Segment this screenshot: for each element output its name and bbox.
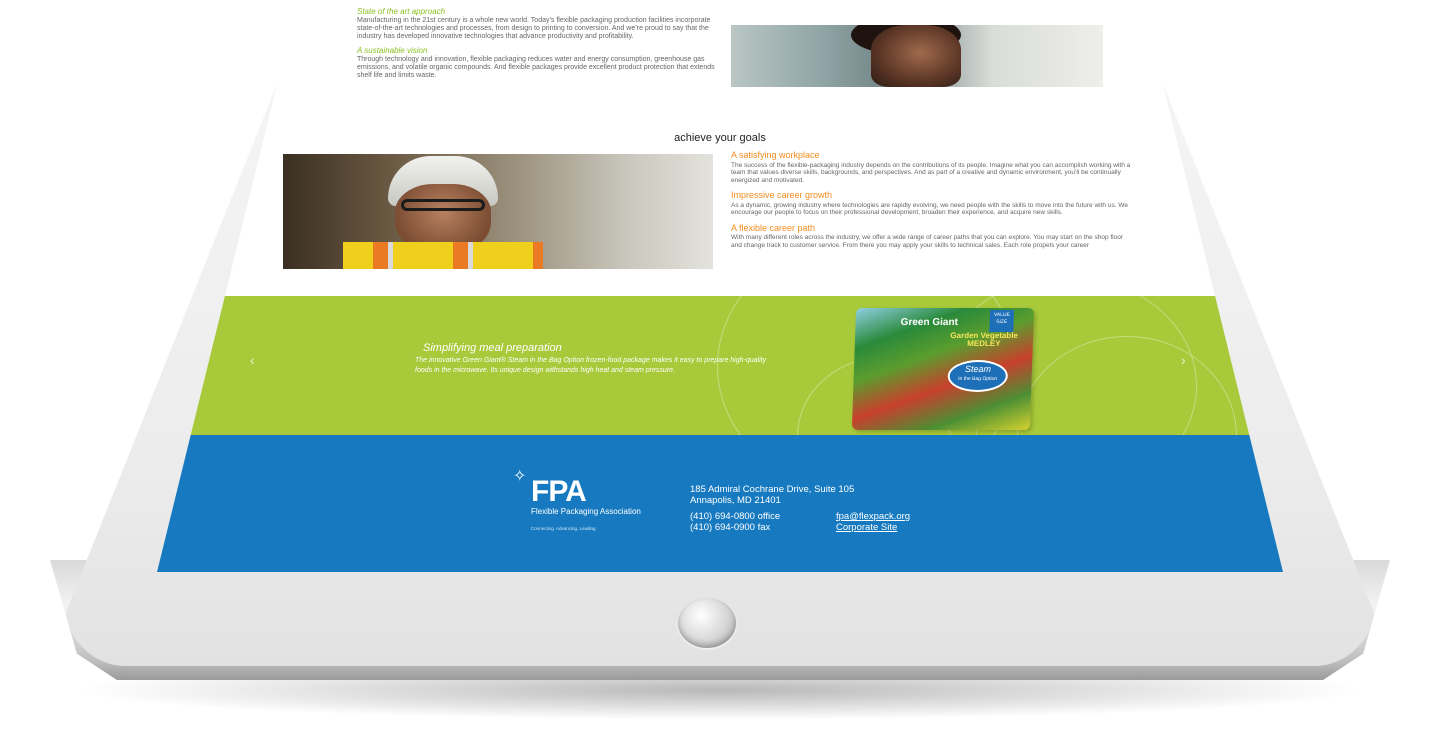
slider-next-arrow[interactable]: › bbox=[1181, 352, 1186, 368]
goal-item: Impressive career growth As a dynamic, g… bbox=[731, 190, 1131, 217]
woman-photo bbox=[731, 25, 1103, 87]
photo-glasses bbox=[401, 199, 485, 211]
address-line-2: Annapolis, MD 21401 bbox=[690, 495, 781, 506]
logo-wordmark: FPA bbox=[531, 475, 587, 508]
goal-body: As a dynamic, growing industry where tec… bbox=[731, 201, 1128, 217]
product-brand: Green Giant bbox=[900, 317, 959, 328]
photo-face bbox=[871, 25, 961, 87]
state-of-art-title: State of the art approach bbox=[357, 7, 446, 16]
worker-photo bbox=[283, 154, 713, 269]
logo-tagline: Connecting. Advancing. Leading. bbox=[531, 526, 597, 531]
goals-heading: achieve your goals bbox=[674, 132, 766, 144]
goal-item: A flexible career path With many differe… bbox=[731, 222, 1131, 250]
steam-badge: Steam In the Bag Option bbox=[947, 360, 1009, 392]
product-name: Garden Vegetable MEDLEY bbox=[950, 331, 1019, 348]
feature-slider: ‹ Simplifying meal preparation The innov… bbox=[157, 296, 1283, 435]
phone-office: (410) 694-0800 office bbox=[690, 511, 781, 522]
steam-badge-text: Steam bbox=[964, 364, 992, 374]
goal-body: With many different roles across the ind… bbox=[731, 234, 1124, 249]
fpa-logo[interactable]: ✧ FPA Flexible Packaging Association Con… bbox=[513, 469, 653, 539]
goal-title: A satisfying workplace bbox=[731, 150, 820, 160]
tablet-screen: State of the art approach Manufacturing … bbox=[157, 0, 1283, 572]
sustainable-vision-title: A sustainable vision bbox=[357, 46, 428, 55]
corporate-site-link[interactable]: Corporate Site bbox=[836, 522, 910, 533]
goal-title: Impressive career growth bbox=[731, 190, 833, 200]
footer-phones: (410) 694-0800 office (410) 694-0900 fax bbox=[690, 511, 780, 533]
slider-prev-arrow[interactable]: ‹ bbox=[250, 352, 255, 368]
product-image: Green Giant Garden Vegetable MEDLEY VALU… bbox=[851, 308, 1035, 430]
logo-org-name: Flexible Packaging Association bbox=[531, 507, 641, 516]
slide-description: The innovative Green Giant® Steam in the… bbox=[415, 357, 767, 374]
goal-item: A satisfying workplace The success of th… bbox=[731, 150, 1131, 184]
slide-title: Simplifying meal preparation bbox=[423, 342, 562, 354]
star-icon: ✧ bbox=[513, 468, 527, 485]
footer-links: fpa@flexpack.org Corporate Site bbox=[836, 511, 910, 533]
phone-fax: (410) 694-0900 fax bbox=[690, 522, 771, 533]
email-link[interactable]: fpa@flexpack.org bbox=[836, 511, 910, 522]
goal-title: A flexible career path bbox=[731, 222, 816, 233]
sustainable-vision-body: Through technology and innovation, flexi… bbox=[357, 56, 715, 79]
photo-vest bbox=[343, 242, 543, 269]
address-line-1: 185 Admiral Cochrane Drive, Suite 105 bbox=[690, 484, 855, 495]
footer: ✧ FPA Flexible Packaging Association Con… bbox=[157, 435, 1283, 572]
top-text: State of the art approach Manufacturing … bbox=[357, 8, 717, 86]
product-value-tag: VALUE SIZE bbox=[989, 310, 1015, 332]
steam-badge-sub: In the Bag Option bbox=[958, 376, 998, 382]
goals-list: A satisfying workplace The success of th… bbox=[731, 150, 1131, 257]
footer-address: 185 Admiral Cochrane Drive, Suite 105 An… bbox=[690, 484, 854, 506]
state-of-art-body: Manufacturing in the 21st century is a w… bbox=[357, 17, 711, 40]
goal-body: The success of the flexible-packaging in… bbox=[731, 161, 1131, 184]
home-button[interactable] bbox=[678, 598, 736, 648]
